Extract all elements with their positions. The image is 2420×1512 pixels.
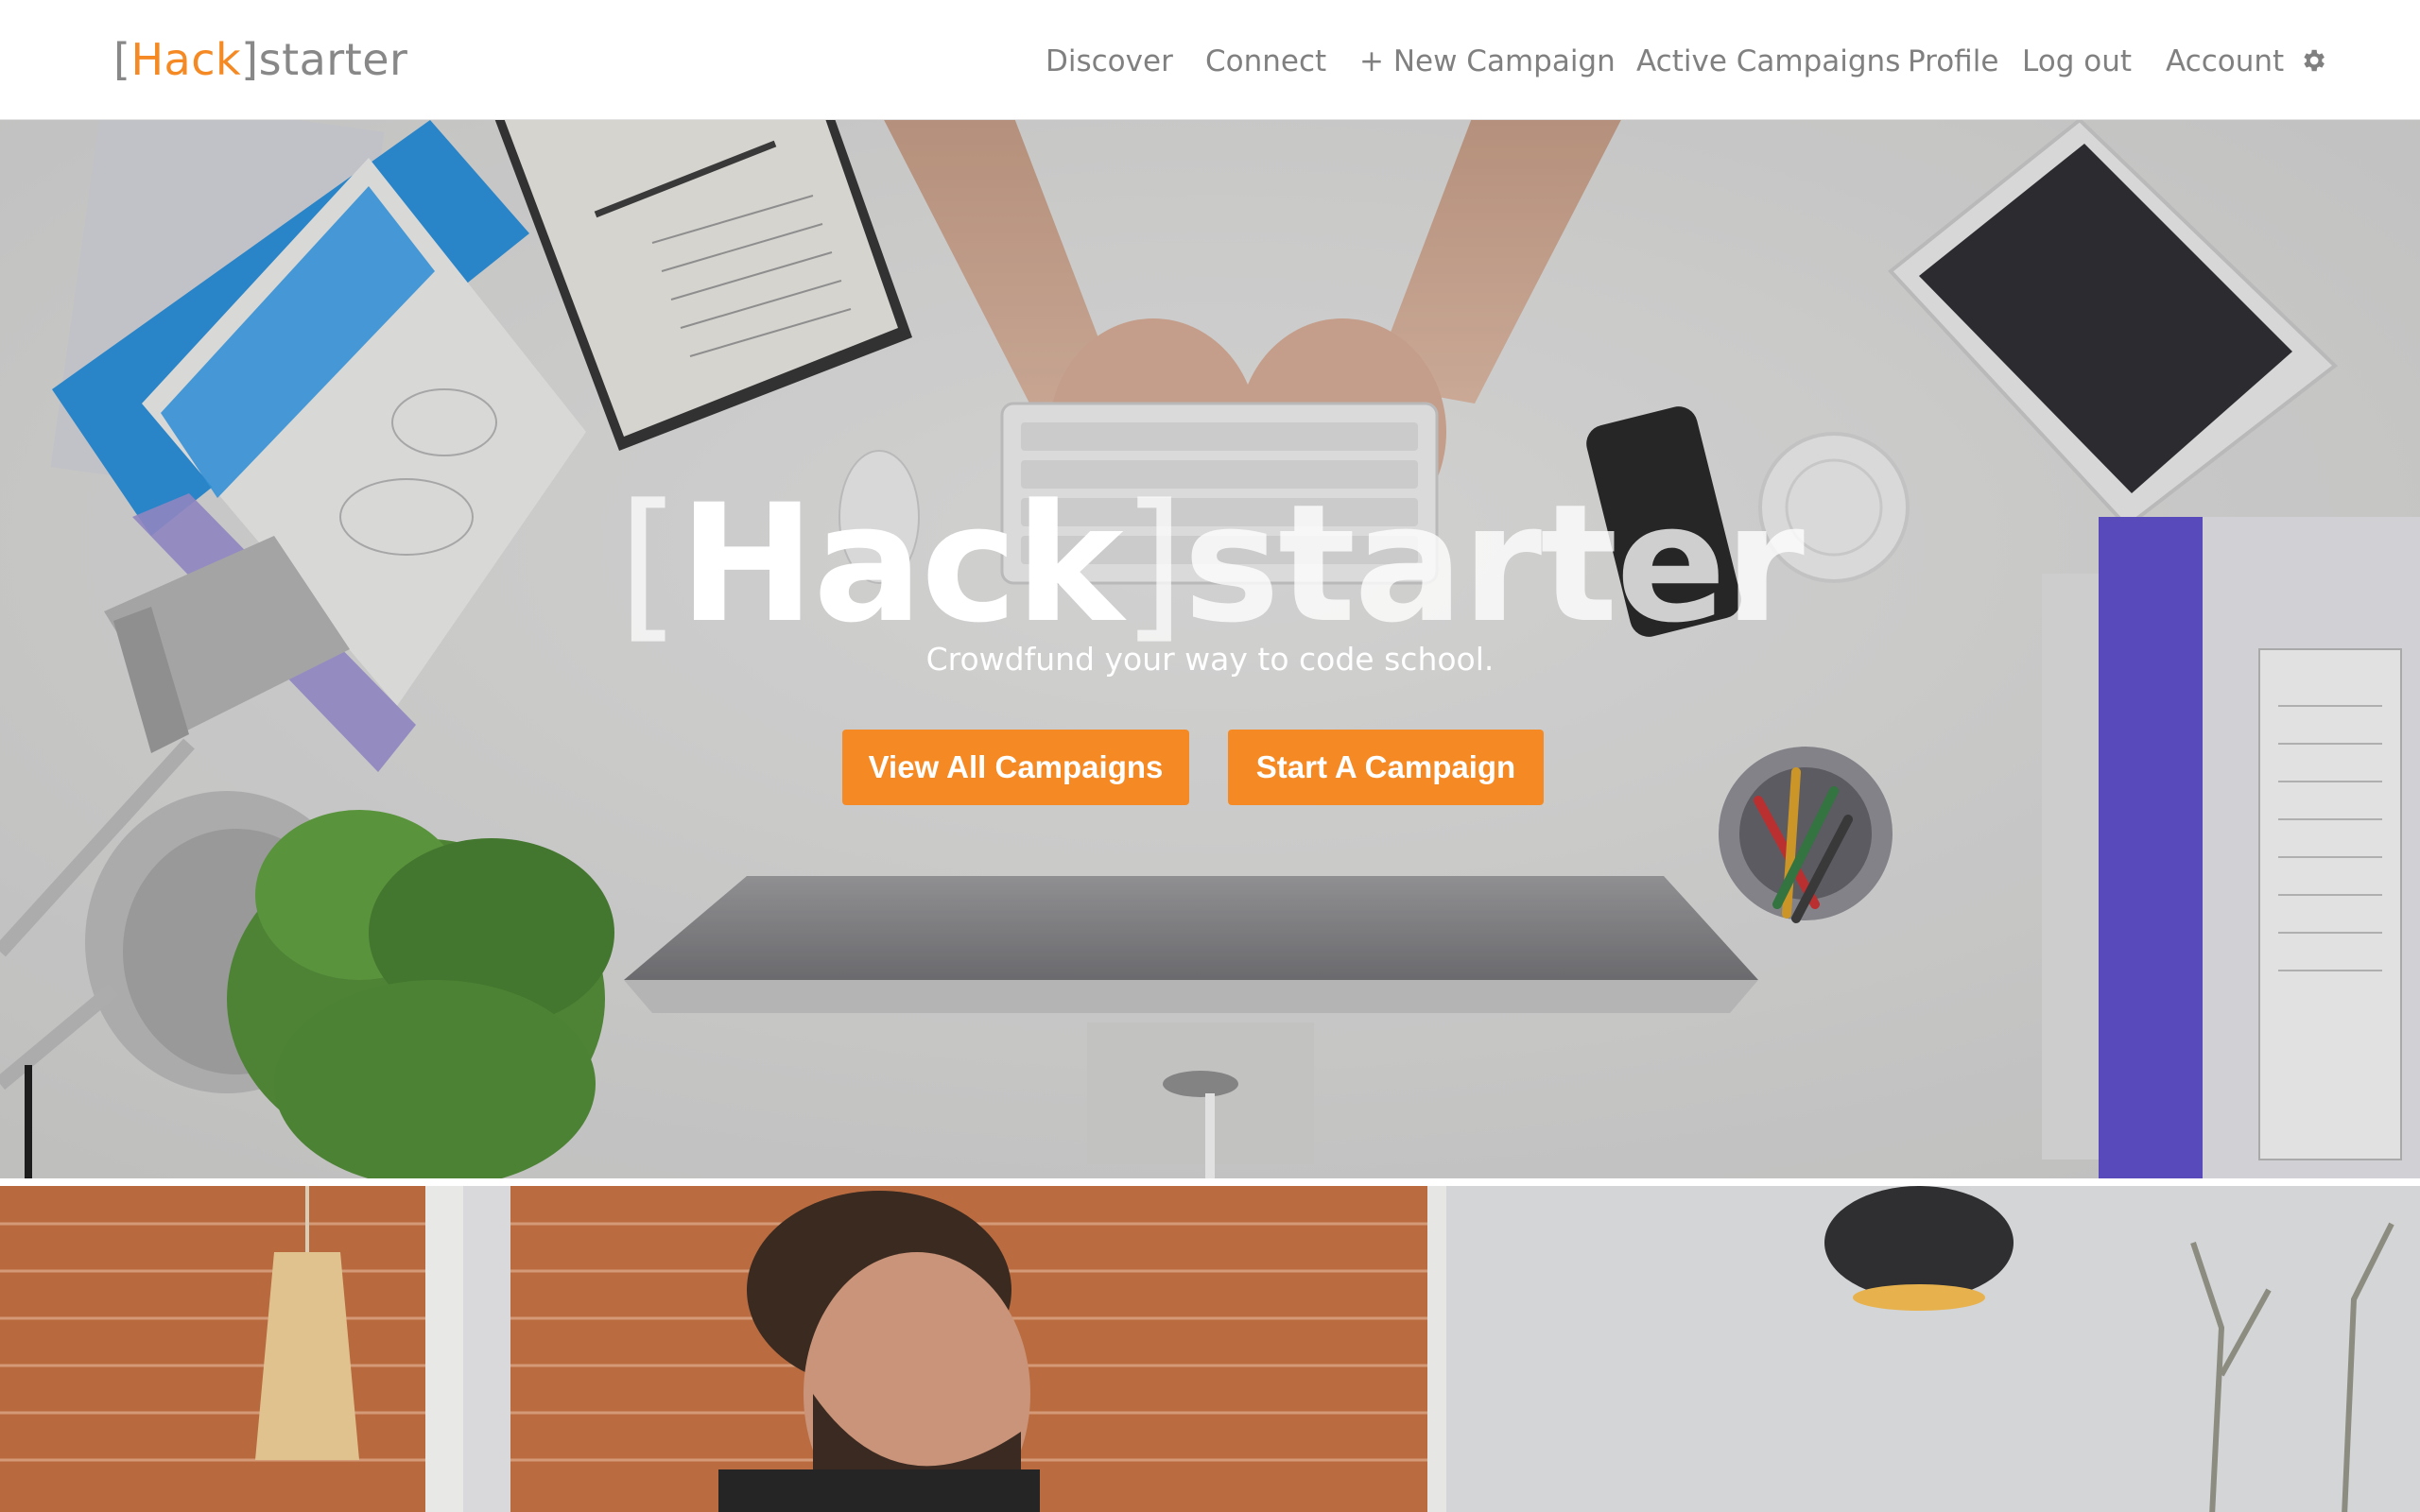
nav-account[interactable]: Account (2166, 38, 2327, 85)
nav-active-campaigns[interactable]: Active Campaigns (1636, 38, 1900, 85)
view-all-campaigns-button[interactable]: View All Campaigns (842, 730, 1189, 805)
hero-title: [Hack]starter (0, 470, 2420, 659)
start-a-campaign-button[interactable]: Start A Campaign (1228, 730, 1544, 805)
hero-title-open-bracket: [ (617, 469, 681, 659)
nav-logout[interactable]: Log out (2022, 38, 2132, 85)
hero-title-close-bracket: ] (1121, 469, 1185, 659)
gear-icon (2304, 49, 2325, 71)
nav-connect[interactable]: Connect (1205, 38, 1326, 85)
hero-title-hack: Hack (679, 469, 1123, 659)
secondary-image-section (0, 1182, 2420, 1512)
hero-section: [Hack]starter Crowdfund your way to code… (0, 120, 2420, 1178)
nav-links: Discover Connect + New Campaign Active C… (0, 38, 2420, 85)
nav-profile[interactable]: Profile (1908, 38, 1998, 85)
nav-discover[interactable]: Discover (1046, 38, 1173, 85)
top-navbar: [Hack]starter Discover Connect + New Cam… (0, 0, 2420, 120)
nav-new-campaign[interactable]: + New Campaign (1359, 38, 1616, 85)
cafe-background-image (0, 1186, 2420, 1512)
hero-title-starter: starter (1183, 469, 1805, 659)
hero-tagline: Crowdfund your way to code school. (925, 641, 1495, 678)
nav-account-label: Account (2166, 44, 2285, 78)
